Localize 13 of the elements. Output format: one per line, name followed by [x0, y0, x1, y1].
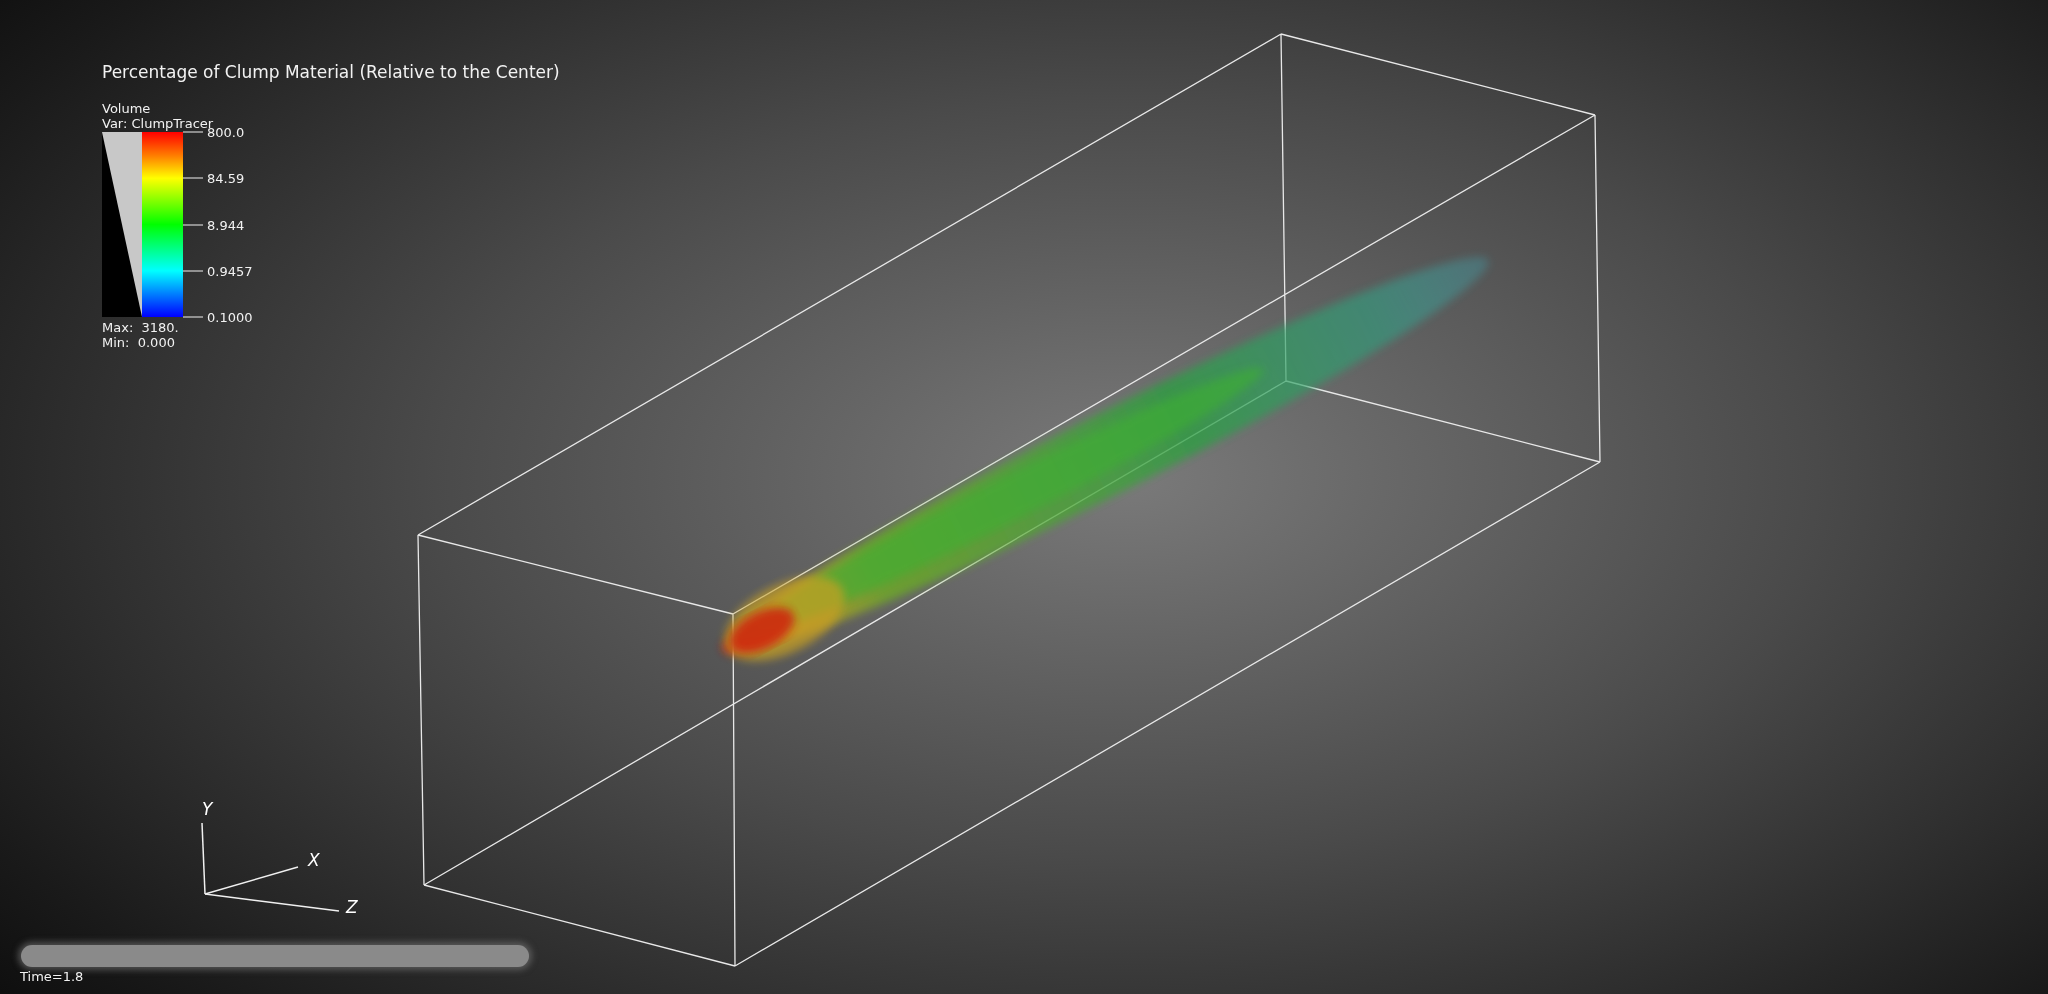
- axis-label: X: [308, 850, 320, 870]
- plot-title: Percentage of Clump Material (Relative to the Center): [102, 62, 560, 82]
- axis-label: Z: [346, 897, 358, 917]
- legend-plot-type: Volume: [102, 101, 152, 116]
- legend-min: Min: 0.000: [102, 335, 176, 350]
- legend-max: Max: 3180.: [102, 320, 180, 335]
- tick-label: 0.9457: [207, 263, 253, 279]
- tick-label: 8.944: [207, 217, 245, 232]
- time-label: Time=1.8: [20, 969, 84, 984]
- axis-label: Y: [202, 799, 213, 819]
- opacity-ramp-icon: [102, 132, 142, 317]
- tick-label: 84.59: [207, 170, 245, 186]
- tick-label: 0.1000: [207, 309, 253, 325]
